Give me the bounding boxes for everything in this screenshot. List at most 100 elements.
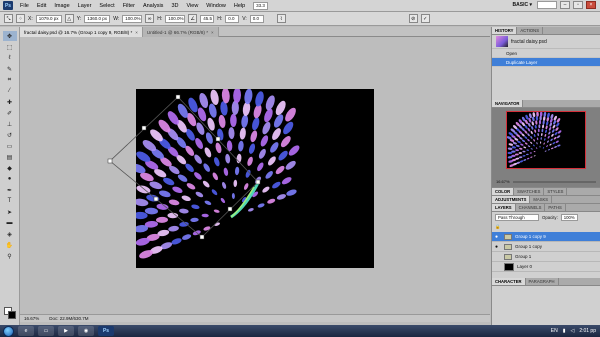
tab-swatches[interactable]: SWATCHES: [514, 188, 545, 195]
link-icon[interactable]: ∞: [145, 14, 155, 23]
menu-select[interactable]: Select: [95, 3, 118, 9]
tab-paths[interactable]: PATHS: [545, 204, 566, 211]
zoom-level-field[interactable]: 33.3: [253, 1, 268, 10]
reference-point-icon[interactable]: ⁘: [16, 14, 25, 23]
brush-icon[interactable]: ✐: [3, 108, 17, 118]
path-select-icon[interactable]: ➤: [3, 207, 17, 217]
menu-view[interactable]: View: [182, 3, 202, 9]
tab-adjustments[interactable]: ADJUSTMENTS: [492, 196, 531, 203]
eye-icon[interactable]: ●: [495, 234, 501, 240]
explorer-taskbar-icon[interactable]: ▭: [38, 326, 54, 336]
tab-navigator[interactable]: NAVIGATOR: [492, 100, 524, 107]
lasso-icon[interactable]: ℓ: [3, 53, 17, 63]
eraser-icon[interactable]: ▭: [3, 141, 17, 151]
eyedropper-icon[interactable]: ⁄: [3, 86, 17, 96]
marquee-icon[interactable]: ⬚: [3, 42, 17, 52]
zoom-track[interactable]: [512, 180, 596, 183]
layer-group-1-copy[interactable]: ● Group 1 copy: [492, 242, 600, 252]
tab-masks[interactable]: MASKS: [530, 196, 553, 203]
width-field[interactable]: 100.0%: [122, 14, 143, 23]
tab-fractal-daisy[interactable]: fractal daisy.psd @ 16.7% (Group 1 copy …: [20, 27, 143, 37]
navigator-preview[interactable]: 16.67%: [492, 108, 600, 188]
opacity-field[interactable]: 100%: [560, 213, 578, 221]
height-field[interactable]: 100.0%: [165, 14, 186, 23]
blend-mode-select[interactable]: Pass Through: [495, 213, 539, 221]
network-icon[interactable]: ▮: [563, 328, 566, 334]
3d-icon[interactable]: ◈: [3, 229, 17, 239]
start-button[interactable]: [3, 325, 14, 337]
shape-icon[interactable]: ▬: [3, 218, 17, 228]
cancel-transform-icon[interactable]: ⊘: [408, 14, 418, 23]
language-indicator[interactable]: EN: [551, 328, 558, 334]
navigator-thumbnail[interactable]: [506, 111, 586, 169]
menu-window[interactable]: Window: [202, 3, 230, 9]
menu-edit[interactable]: Edit: [33, 3, 50, 9]
lock-icon[interactable]: 🔒: [495, 224, 500, 230]
commit-transform-icon[interactable]: ✓: [420, 14, 430, 23]
layer-group-1[interactable]: Group 1: [492, 252, 600, 262]
dodge-icon[interactable]: ●: [3, 174, 17, 184]
tab-character[interactable]: CHARACTER: [492, 278, 526, 285]
history-brush-icon[interactable]: ↺: [3, 130, 17, 140]
menu-analysis[interactable]: Analysis: [139, 3, 167, 9]
relative-position-icon[interactable]: △: [64, 14, 74, 23]
menu-3d[interactable]: 3D: [167, 3, 182, 9]
angle-field[interactable]: 45.5: [200, 14, 215, 23]
photoshop-taskbar-icon[interactable]: Ps: [98, 326, 114, 336]
menu-filter[interactable]: Filter: [119, 3, 139, 9]
maximize-button[interactable]: ▫: [573, 1, 583, 9]
x-field[interactable]: 1079.0 px: [35, 14, 62, 23]
tab-paragraph[interactable]: PARAGRAPH: [526, 278, 559, 285]
history-snapshot[interactable]: fractal daisy.psd: [492, 35, 600, 49]
hskew-field[interactable]: 0.0: [225, 14, 240, 23]
history-item-open[interactable]: Open: [492, 49, 600, 58]
blur-icon[interactable]: ◆: [3, 163, 17, 173]
warp-icon[interactable]: ⌇: [276, 14, 286, 23]
background-color-swatch[interactable]: [8, 311, 16, 319]
tab-styles[interactable]: STYLES: [544, 188, 568, 195]
menu-file[interactable]: File: [16, 3, 33, 9]
tab-actions[interactable]: ACTIONS: [517, 27, 544, 34]
volume-icon[interactable]: ◁: [570, 328, 574, 334]
y-field[interactable]: 1360.0 px: [84, 14, 111, 23]
layer-0[interactable]: Layer 0: [492, 262, 600, 272]
history-item-duplicate-layer[interactable]: Duplicate Layer: [492, 58, 600, 67]
transform-bounding-box[interactable]: [20, 37, 490, 314]
pen-icon[interactable]: ✒: [3, 185, 17, 195]
vskew-field[interactable]: 0.0: [249, 14, 264, 23]
search-input[interactable]: [537, 1, 557, 9]
clock[interactable]: 2:01 pp: [579, 328, 596, 334]
tab-untitled-1[interactable]: Untitled-1 @ 66.7% (RGB/8) * ×: [142, 27, 219, 37]
menu-image[interactable]: Image: [50, 3, 73, 9]
workspace-switcher[interactable]: BASIC ▾: [511, 2, 534, 8]
menu-help[interactable]: Help: [230, 3, 249, 9]
close-tab-icon[interactable]: ×: [135, 30, 138, 35]
move-icon[interactable]: ✥: [2, 31, 17, 41]
type-icon[interactable]: T: [3, 196, 17, 206]
ie-taskbar-icon[interactable]: e: [18, 326, 34, 336]
eye-icon[interactable]: ●: [495, 244, 501, 250]
minimize-button[interactable]: –: [560, 1, 570, 9]
tab-layers[interactable]: LAYERS: [492, 204, 516, 211]
tab-color[interactable]: COLOR: [492, 188, 515, 195]
petal: [538, 120, 542, 125]
navigator-zoom-slider[interactable]: 16.67%: [496, 179, 596, 184]
close-button[interactable]: ×: [586, 1, 596, 9]
close-tab-icon[interactable]: ×: [211, 30, 214, 35]
tab-channels[interactable]: CHANNELS: [516, 204, 546, 211]
quick-select-icon[interactable]: ✎: [3, 64, 17, 74]
menu-layer[interactable]: Layer: [74, 3, 96, 9]
crop-icon[interactable]: ⌗: [3, 75, 17, 85]
clone-stamp-icon[interactable]: ⊥: [3, 119, 17, 129]
layer-group-1-copy-9[interactable]: ● Group 1 copy 9: [492, 232, 600, 242]
chrome-taskbar-icon[interactable]: ◉: [78, 326, 94, 336]
gradient-icon[interactable]: ▤: [3, 152, 17, 162]
status-zoom[interactable]: 16.67%: [24, 316, 39, 321]
hand-icon[interactable]: ✋: [3, 240, 17, 250]
status-doc-size: Doc: 22.9M/630.7M: [49, 316, 89, 321]
zoom-icon[interactable]: ⚲: [3, 251, 17, 261]
healing-icon[interactable]: ✚: [3, 97, 17, 107]
tab-history[interactable]: HISTORY: [492, 27, 518, 34]
petal: [535, 147, 538, 149]
media-taskbar-icon[interactable]: ▶: [58, 326, 74, 336]
